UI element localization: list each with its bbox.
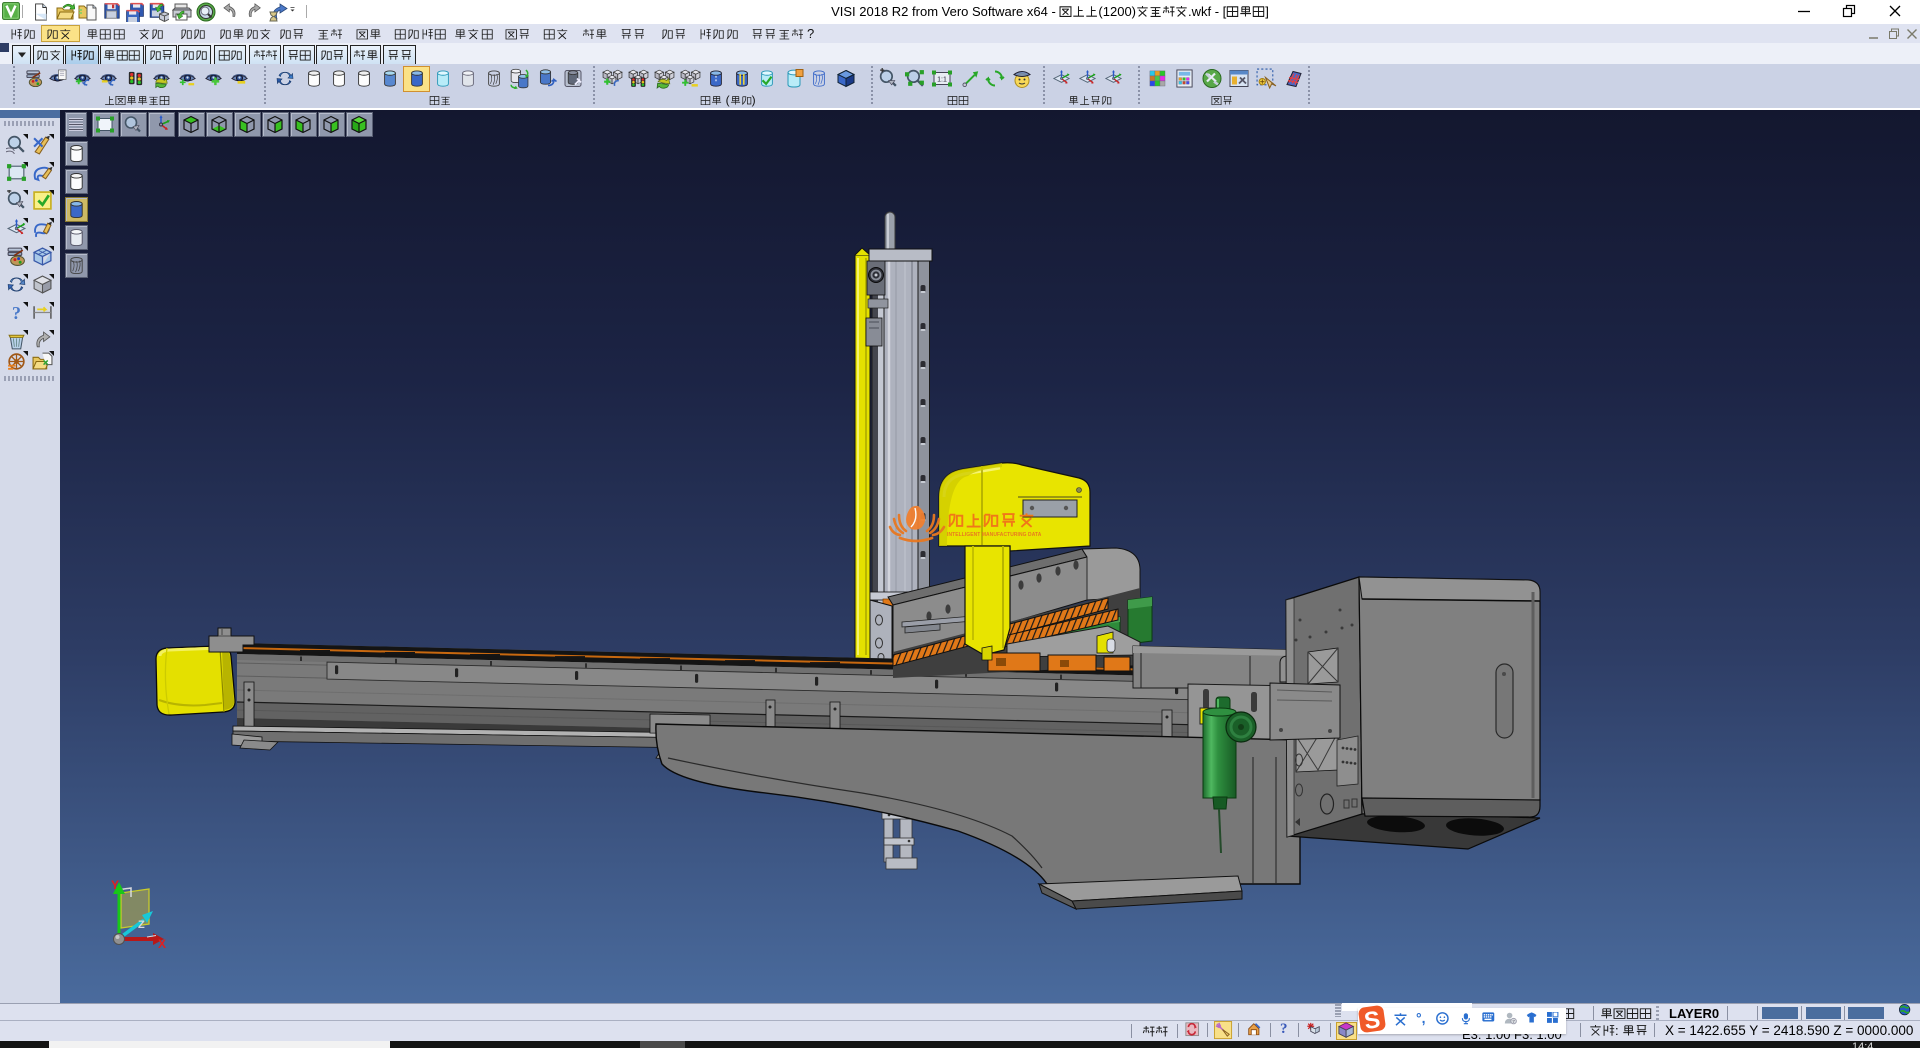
svg-text:Z: Z: [138, 919, 145, 931]
svg-text:X: X: [158, 937, 166, 951]
svg-text:Y: Y: [111, 878, 119, 892]
svg-text:7: 7: [1512, 1019, 1515, 1025]
